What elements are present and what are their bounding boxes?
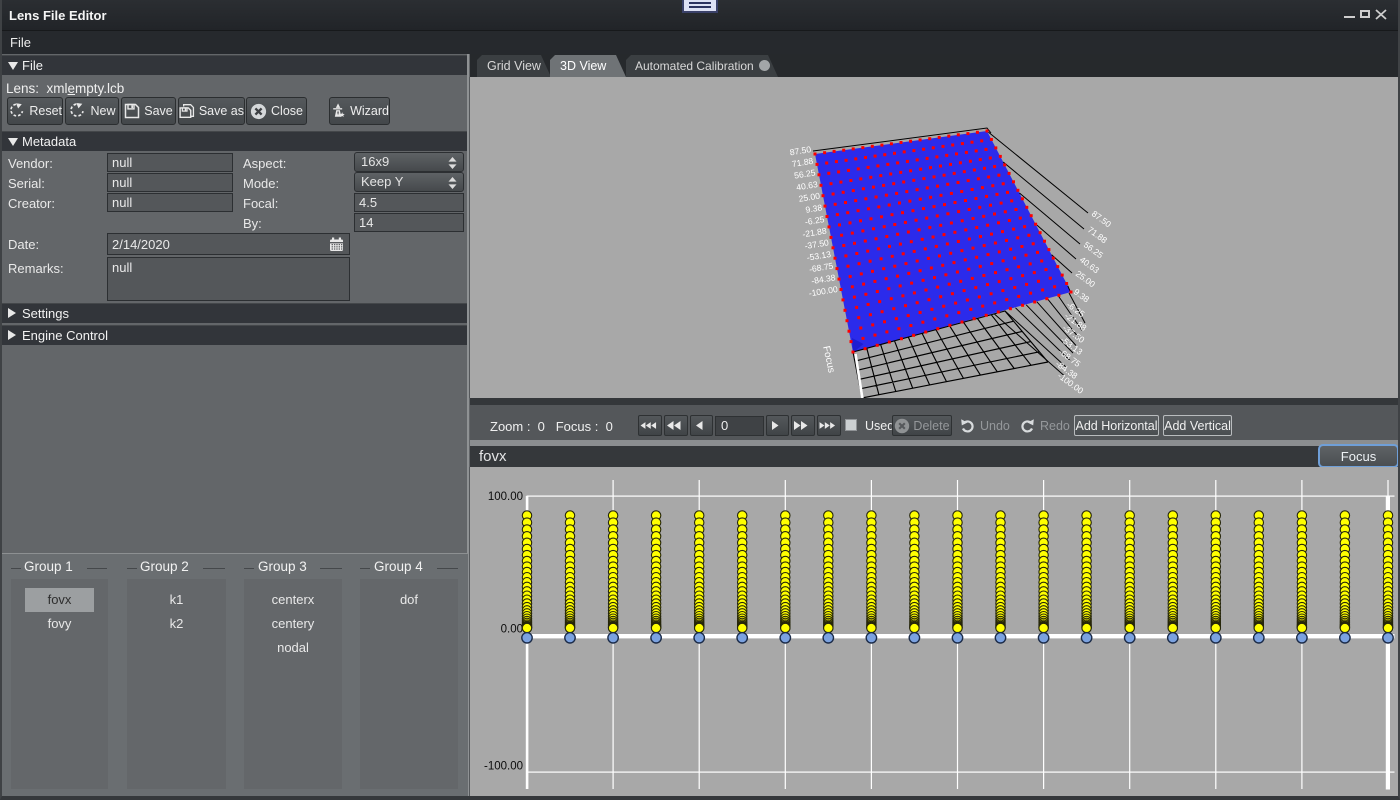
svg-text:9.38: 9.38 [805, 202, 823, 215]
svg-text:100.00: 100.00 [488, 491, 523, 503]
svg-text:-100.00: -100.00 [808, 284, 839, 298]
svg-text:-100.00: -100.00 [484, 761, 523, 773]
svg-text:87.50: 87.50 [789, 144, 812, 157]
svg-text:0.00: 0.00 [501, 624, 523, 636]
svg-text:56.25: 56.25 [793, 167, 816, 180]
svg-text:Focus: Focus [820, 345, 836, 374]
svg-text:25.00: 25.00 [798, 191, 821, 204]
svg-text:-6.25: -6.25 [804, 214, 825, 227]
